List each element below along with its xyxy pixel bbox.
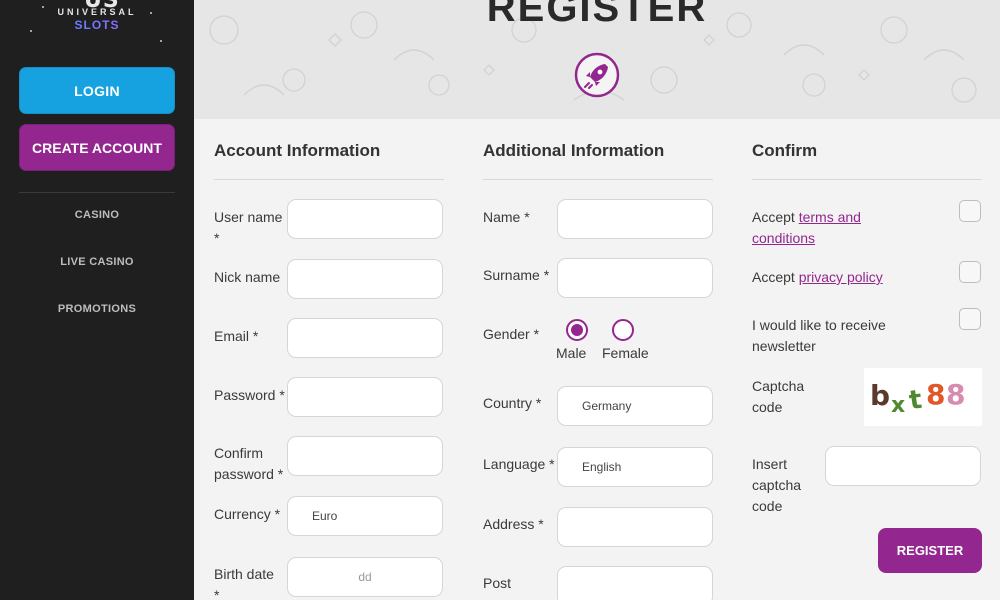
create-account-button[interactable]: CREATE ACCOUNT: [19, 124, 175, 171]
username-label: User name *: [214, 209, 283, 246]
currency-value: Euro: [312, 509, 338, 523]
birthdate-placeholder: dd: [358, 570, 372, 584]
newsletter-checkbox[interactable]: [959, 308, 981, 330]
svg-text:8: 8: [946, 378, 965, 411]
gender-female-label: Female: [602, 345, 649, 361]
section-divider: [214, 179, 444, 180]
terms-label: Accept terms and conditions: [752, 209, 861, 246]
sidebar: US UNIVERSAL SLOTS LOGIN CREATE ACCOUNT …: [0, 0, 194, 600]
post-code-label: Post: [483, 575, 512, 591]
captcha-input[interactable]: [825, 446, 981, 486]
star-decoration: [150, 12, 152, 14]
address-label: Address *: [483, 516, 544, 532]
birthdate-day-input[interactable]: dd: [287, 557, 443, 597]
section-divider: [752, 179, 982, 180]
gender-label: Gender *: [483, 326, 540, 342]
currency-select[interactable]: Euro: [287, 496, 443, 536]
captcha-label: Captcha code: [752, 378, 805, 415]
password-input[interactable]: [287, 377, 443, 417]
sidebar-item-live-casino[interactable]: LIVE CASINO: [0, 256, 194, 268]
gender-female-radio[interactable]: [612, 319, 634, 341]
password-label: Password *: [214, 387, 285, 403]
additional-information-heading: Additional Information: [483, 141, 665, 160]
sidebar-item-promotions[interactable]: PROMOTIONS: [0, 303, 194, 315]
country-value: Germany: [582, 399, 632, 413]
page-title: REGISTER: [486, 0, 708, 30]
currency-label: Currency *: [214, 506, 281, 522]
star-decoration: [160, 40, 162, 42]
country-label: Country *: [483, 395, 542, 411]
register-form: Account Information User name * Nick name…: [194, 119, 1000, 600]
language-value: English: [582, 460, 622, 474]
login-button[interactable]: LOGIN: [19, 67, 175, 114]
privacy-checkbox[interactable]: [959, 261, 981, 283]
surname-label: Surname *: [483, 267, 550, 283]
register-button[interactable]: REGISTER: [878, 528, 982, 573]
svg-text:t: t: [907, 385, 923, 416]
svg-text:b: b: [870, 379, 890, 412]
sidebar-divider: [19, 192, 175, 193]
star-decoration: [42, 6, 44, 8]
account-information-heading: Account Information: [214, 141, 381, 160]
page-header: REGISTER: [194, 0, 1000, 119]
privacy-label: Accept privacy policy: [752, 269, 883, 285]
country-select[interactable]: Germany: [557, 386, 713, 426]
surname-input[interactable]: [557, 258, 713, 298]
confirm-heading: Confirm: [752, 141, 818, 160]
section-divider: [483, 179, 713, 180]
svg-text:x: x: [891, 393, 905, 418]
rocket-icon: [574, 52, 620, 98]
name-input[interactable]: [557, 199, 713, 239]
name-label: Name *: [483, 209, 530, 225]
nickname-label: Nick name: [214, 269, 281, 285]
nickname-input[interactable]: [287, 259, 443, 299]
confirm-password-label: Confirm password *: [214, 445, 284, 482]
username-input[interactable]: [287, 199, 443, 239]
newsletter-label: I would like to receive newsletter: [752, 317, 886, 354]
sidebar-item-casino[interactable]: CASINO: [0, 209, 194, 221]
email-input[interactable]: [287, 318, 443, 358]
svg-text:8: 8: [926, 378, 945, 411]
gender-male-label: Male: [556, 345, 587, 361]
language-select[interactable]: English: [557, 447, 713, 487]
confirm-password-input[interactable]: [287, 436, 443, 476]
email-label: Email *: [214, 328, 259, 344]
logo-universal-text: UNIVERSAL: [57, 7, 137, 17]
insert-captcha-label: Insert captcha code: [752, 456, 802, 514]
address-input[interactable]: [557, 507, 713, 547]
post-code-input[interactable]: [557, 566, 713, 600]
terms-checkbox[interactable]: [959, 200, 981, 222]
logo[interactable]: US UNIVERSAL SLOTS: [0, 0, 194, 42]
captcha-image: b x t 8 8: [864, 368, 982, 426]
gender-male-radio[interactable]: [566, 319, 588, 341]
privacy-policy-link[interactable]: privacy policy: [799, 269, 883, 285]
language-label: Language *: [483, 456, 555, 472]
birthdate-label: Birth date *: [214, 566, 274, 600]
star-decoration: [30, 30, 32, 32]
